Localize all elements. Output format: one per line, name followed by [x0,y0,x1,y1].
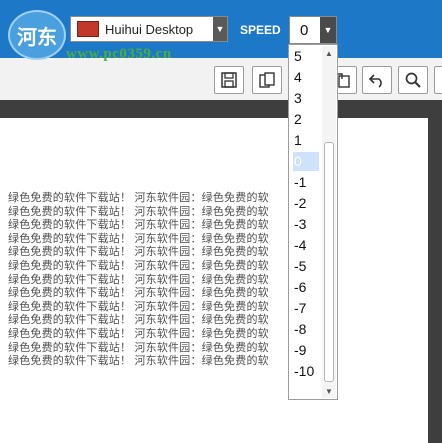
document-line: 绿色免费的软件下载站！ 河东软件园：绿色免费的软 [8,355,269,368]
scroll-up-icon[interactable]: ▲ [322,46,336,60]
speed-option[interactable]: -3 [293,215,319,234]
speed-option[interactable]: -8 [293,320,319,339]
copy-pages-icon [259,72,275,88]
speed-option[interactable]: 3 [293,89,319,108]
scrollbar[interactable]: ▲ ▼ [322,46,336,398]
chevron-down-icon[interactable]: ▼ [213,17,227,41]
document-page: 绿色免费的软件下载站！ 河东软件园：绿色免费的软 绿色免费的软件下载站！ 河东软件… [0,118,428,443]
document-line: 绿色免费的软件下载站！ 河东软件园：绿色免费的软 [8,341,269,354]
speed-label: SPEED [240,23,281,37]
document-line: 绿色免费的软件下载站！ 河东软件园：绿色免费的软 [8,246,269,259]
speed-option[interactable]: -9 [293,341,319,360]
document-line: 绿色免费的软件下载站！ 河东软件园：绿色免费的软 [8,192,269,204]
speed-option[interactable]: -4 [293,236,319,255]
save-button[interactable] [214,66,244,94]
undo-icon [368,74,382,88]
document-line: 绿色免费的软件下载站！ 河东软件园：绿色免费的软 [8,232,269,245]
speed-dropdown-list[interactable]: ▲ ▼ 5 4 3 2 1 0 -1 -2 -3 -4 -5 -6 -7 -8 -9 -10 [288,44,338,400]
voice-select[interactable]: Huihui Desktop ▼ [70,16,228,42]
speed-option[interactable]: 2 [293,110,319,129]
speed-select-value: 0 [300,22,309,39]
speed-option[interactable]: -7 [293,299,319,318]
document-line: 绿色免费的软件下载站！ 河东软件园：绿色免费的软 [8,300,269,313]
watermark-logo: 河东 [8,10,66,60]
document-line: 绿色免费的软件下载站！ 河东软件园：绿色免费的软 [8,327,269,340]
document-line: 绿色免费的软件下载站！ 河东软件园：绿色免费的软 [8,219,269,232]
undo-button[interactable] [362,66,392,94]
speed-option[interactable]: -10 [293,362,319,381]
speed-option[interactable]: 5 [293,47,319,66]
more-button[interactable] [434,66,442,94]
watermark-url: www.pc0359.cn [66,46,172,62]
scrollbar-thumb[interactable] [324,142,334,382]
flag-icon [77,21,99,37]
document-line: 绿色免费的软件下载站！ 河东软件园：绿色免费的软 [8,314,269,327]
search-icon [405,72,421,88]
speed-option[interactable]: -6 [293,278,319,297]
speed-option[interactable]: 0 [293,152,319,171]
save-icon [221,72,237,88]
document-line: 绿色免费的软件下载站！ 河东软件园：绿色免费的软 [8,287,269,300]
speed-option[interactable]: -5 [293,257,319,276]
search-button[interactable] [398,66,428,94]
copy-pages-button[interactable] [252,66,282,94]
speed-option[interactable]: -2 [293,194,319,213]
document-line: 绿色免费的软件下载站！ 河东软件园：绿色免费的软 [8,205,269,218]
voice-select-value: Huihui Desktop [105,21,194,37]
speed-option[interactable]: -1 [293,173,319,192]
scroll-down-icon[interactable]: ▼ [322,384,336,398]
document-text: 绿色免费的软件下载站！ 河东软件园：绿色免费的软 绿色免费的软件下载站！ 河东软件… [8,192,269,369]
speed-option[interactable]: 1 [293,131,319,150]
speed-select[interactable]: 0 ▼ [289,16,337,44]
document-line: 绿色免费的软件下载站！ 河东软件园：绿色免费的软 [8,273,269,286]
chevron-down-icon[interactable]: ▼ [320,17,336,43]
document-line: 绿色免费的软件下载站！ 河东软件园：绿色免费的软 [8,259,269,272]
speed-option[interactable]: 4 [293,68,319,87]
